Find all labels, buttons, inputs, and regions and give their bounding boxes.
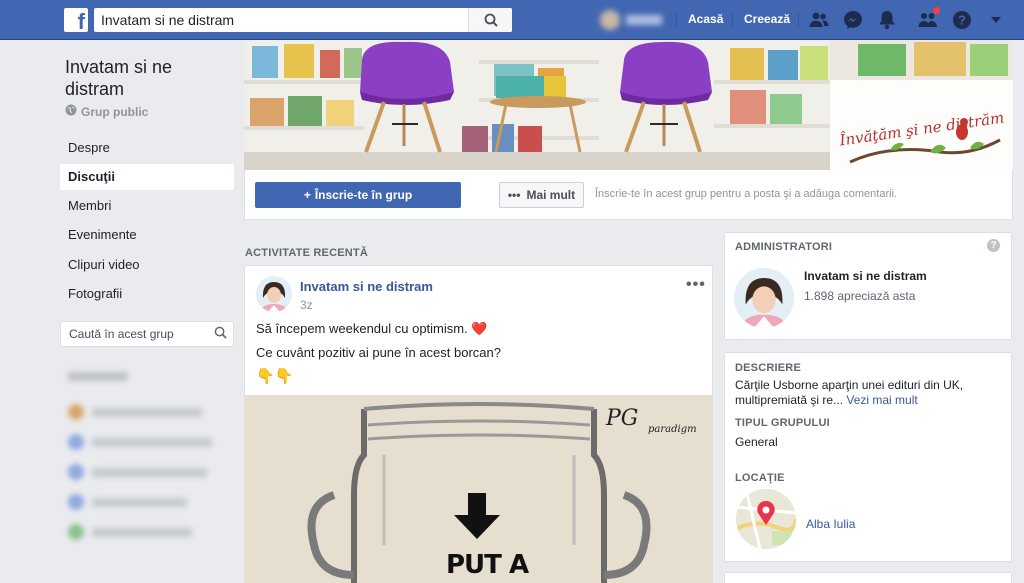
image-watermark-sub: paradigm <box>648 424 697 435</box>
group-search-input[interactable]: Caută în acest grup <box>60 321 234 347</box>
nav-divider <box>732 12 733 28</box>
create-link[interactable]: Creează <box>744 12 790 26</box>
search-icon[interactable] <box>214 326 227 342</box>
group-nav-discussion[interactable]: Discuţii <box>60 164 234 190</box>
location-heading: LOCAŢIE <box>735 472 785 484</box>
group-nav-photos[interactable]: Fotografii <box>60 281 234 307</box>
post-text-line: Ce cuvânt pozitiv ai pune în acest borca… <box>256 345 501 360</box>
messenger-icon[interactable] <box>843 10 863 30</box>
recent-activity-heading: ACTIVITATE RECENTĂ <box>245 247 368 259</box>
group-type-heading: TIPUL GRUPULUI <box>735 417 830 429</box>
location-map[interactable] <box>736 489 796 549</box>
cover-photo[interactable] <box>244 40 830 170</box>
group-logo-image[interactable]: Învăţăm şi ne distrăm <box>830 40 1013 170</box>
notifications-bell-icon[interactable] <box>877 10 897 30</box>
group-title[interactable]: Invatam si ne distram <box>65 56 235 100</box>
description-text: Cărţile Usborne aparţin unei edituri din… <box>735 378 1007 408</box>
image-watermark-logo: PG <box>606 406 639 431</box>
avatar[interactable] <box>256 276 292 312</box>
post-timestamp[interactable]: 3z <box>300 298 313 312</box>
group-type-value: General <box>735 435 778 449</box>
post-author[interactable]: Invatam si ne distram <box>300 279 433 294</box>
plus-icon: + <box>303 188 311 202</box>
more-options-button[interactable]: ••• Mai mult <box>499 182 584 208</box>
group-nav-about[interactable]: Despre <box>60 135 234 161</box>
global-search-input[interactable]: Invatam si ne distram <box>94 8 468 32</box>
next-sidebar-card <box>724 572 1012 583</box>
admins-heading: ADMINISTRATORI <box>735 241 833 253</box>
image-caption-text: PUT A <box>446 550 529 580</box>
group-nav-videos[interactable]: Clipuri video <box>60 252 234 278</box>
group-nav-events[interactable]: Evenimente <box>60 222 234 248</box>
search-icon[interactable] <box>468 8 512 32</box>
group-nav-members[interactable]: Membri <box>60 193 234 219</box>
join-hint-text: Înscrie-te în acest grup pentru a posta … <box>595 188 898 200</box>
ellipsis-icon: ••• <box>507 188 521 202</box>
post-text-line: Să începem weekendul cu optimism. ❤️ <box>256 321 488 336</box>
admin-likes-count: 1.898 apreciază asta <box>804 289 916 303</box>
see-more-link[interactable]: Vezi mai mult <box>846 393 917 407</box>
nav-divider <box>798 12 799 28</box>
group-search-placeholder: Caută în acest grup <box>69 327 174 341</box>
globe-icon <box>65 104 77 119</box>
group-privacy-label: Grup public <box>81 104 149 119</box>
profile-link[interactable] <box>600 10 670 30</box>
join-group-label: Înscrie-te în grup <box>314 188 413 202</box>
notification-badge <box>932 6 941 15</box>
svg-text:?: ? <box>958 13 966 28</box>
nav-divider <box>676 12 677 28</box>
friend-requests-icon[interactable] <box>809 10 829 30</box>
admin-avatar[interactable] <box>734 268 794 328</box>
more-options-label: Mai mult <box>526 188 576 202</box>
help-icon[interactable]: ? <box>987 239 1000 252</box>
home-link[interactable]: Acasă <box>688 12 723 26</box>
description-heading: DESCRIERE <box>735 362 801 374</box>
help-icon[interactable]: ? <box>952 10 972 30</box>
post-options-icon[interactable]: ••• <box>686 276 706 294</box>
global-search[interactable]: Invatam si ne distram <box>94 8 512 32</box>
post-text-emoji: 👇👇 <box>256 368 294 385</box>
join-group-button[interactable]: + Înscrie-te în grup <box>255 182 461 208</box>
location-link[interactable]: Alba Iulia <box>806 517 855 531</box>
blurred-shortcuts-list <box>60 368 240 547</box>
account-menu-chevron-icon[interactable] <box>986 10 1006 30</box>
facebook-logo-icon[interactable]: f <box>64 8 88 32</box>
group-privacy: Grup public <box>65 104 148 119</box>
admin-name[interactable]: Invatam si ne distram <box>804 269 927 283</box>
